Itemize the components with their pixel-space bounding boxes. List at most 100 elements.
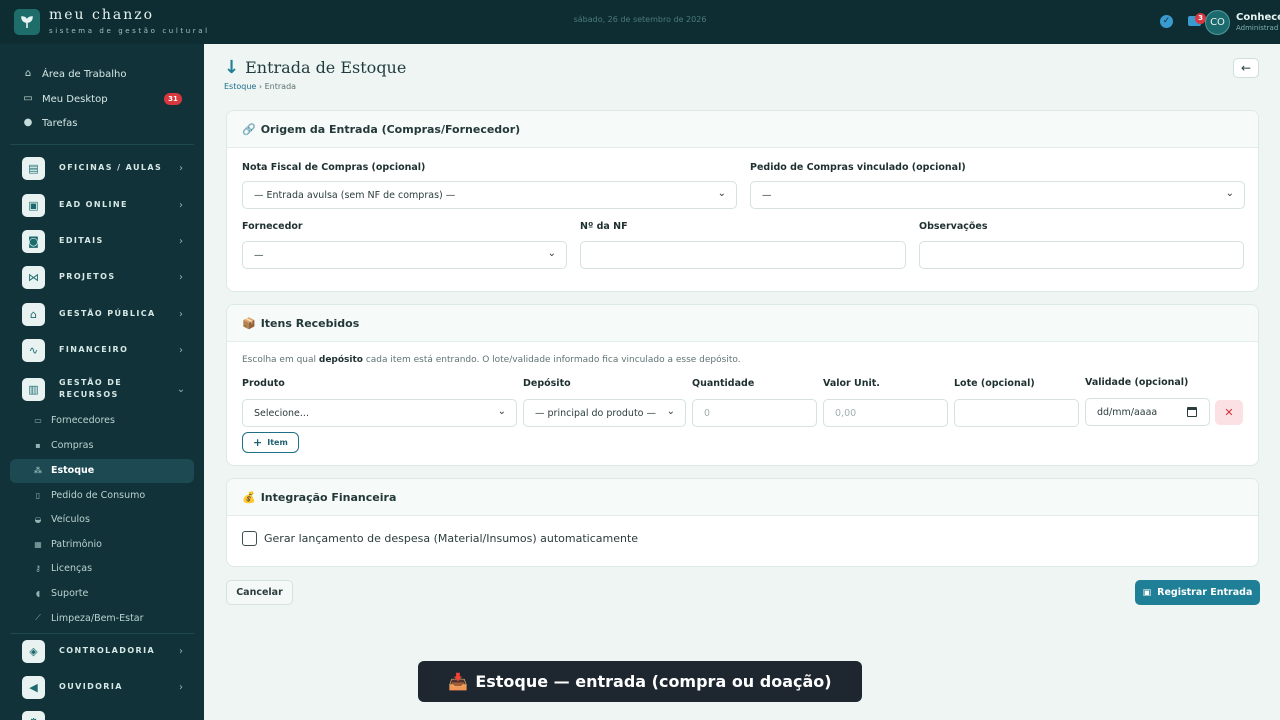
sidebar-group-editais[interactable]: ◙ EDITAIS ›: [22, 229, 186, 253]
observacoes-label: Observações: [919, 221, 988, 232]
sidebar-group-label: GESTÃO DE RECURSOS: [59, 378, 123, 399]
sidebar-subitem-fornecedores[interactable]: ▭ Fornecedores: [33, 412, 115, 428]
hint-bold: depósito: [318, 355, 363, 365]
add-item-label: Item: [267, 438, 288, 447]
sidebar-subitem-licencas[interactable]: ⚷ Licenças: [33, 560, 92, 576]
sidebar-subitem-label: Patrimônio: [51, 538, 102, 550]
produto-select[interactable]: Selecione... ⌄: [242, 399, 517, 427]
sidebar-item-tarefas[interactable]: ● Tarefas: [22, 115, 78, 131]
toast-notification: 📥 Estoque — entrada (compra ou doação): [418, 661, 862, 702]
col-valor-unit: Valor Unit.: [823, 378, 880, 389]
sidebar-group-gestao-publica[interactable]: ⌂ GESTÃO PÚBLICA ›: [22, 302, 186, 326]
sidebar-group-label: EAD ONLINE: [59, 200, 128, 209]
itens-card: 📦 Itens Recebidos Escolha em qual depósi…: [226, 304, 1259, 466]
card-header: 📦 Itens Recebidos: [227, 305, 1258, 342]
card-header: 💰 Integração Financeira: [227, 479, 1258, 516]
laptop-icon: ▣: [22, 193, 45, 217]
sidebar-subitem-patrimonio[interactable]: ▦ Patrimônio: [33, 536, 102, 552]
sidebar-subitem-estoque[interactable]: ⁂ Estoque: [33, 462, 94, 478]
car-icon: ◒: [34, 514, 42, 524]
deposito-select[interactable]: — principal do produto — ⌄: [523, 399, 686, 427]
user-name[interactable]: Conhece: [1236, 12, 1280, 23]
sidebar-subitem-label: Estoque: [51, 464, 95, 476]
lote-input[interactable]: [954, 399, 1079, 427]
network-icon: ⋈: [22, 265, 45, 289]
valor-placeholder: 0,00: [835, 407, 857, 419]
sidebar-divider: [10, 633, 194, 634]
gerar-despesa-checkbox[interactable]: [242, 531, 257, 546]
sidebar-group-ouvidoria[interactable]: ◀ OUVIDORIA ›: [22, 675, 186, 699]
user-role: Administrad: [1236, 24, 1279, 32]
sidebar-subitem-compras[interactable]: ▪ Compras: [33, 437, 93, 453]
money-bag-icon: 💰: [242, 490, 256, 504]
card-header: 🔗 Origem da Entrada (Compras/Fornecedor): [227, 111, 1258, 148]
chevron-down-icon: ⌄: [1225, 188, 1234, 199]
inbox-tray-icon: 📥: [448, 672, 469, 691]
num-nf-label: Nº da NF: [580, 221, 628, 232]
fornecedor-select[interactable]: — ⌄: [242, 241, 567, 269]
sidebar-subitem-suporte[interactable]: ◖ Suporte: [33, 585, 88, 601]
current-date: sábado, 26 de setembro de 2026: [573, 15, 707, 24]
sidebar-item-label: Tarefas: [42, 117, 78, 129]
pedido-select[interactable]: — ⌄: [750, 181, 1245, 209]
sidebar-group-projetos[interactable]: ⋈ PROJETOS ›: [22, 265, 186, 289]
add-item-button[interactable]: + Item: [242, 432, 299, 453]
check-circle-icon[interactable]: ✓: [1160, 15, 1173, 28]
sidebar-subitem-limpeza[interactable]: ⟋ Limpeza/Bem-Estar: [33, 610, 144, 626]
remove-item-button[interactable]: ✕: [1215, 400, 1243, 425]
boxes-icon: ⁂: [33, 465, 43, 475]
app-subtitle: sistema de gestão cultural: [49, 27, 210, 35]
sidebar-group-gestao-de-recursos[interactable]: ▥ GESTÃO DE RECURSOS ⌄: [22, 377, 186, 401]
chevron-down-icon: ⌄: [547, 248, 556, 259]
fornecedor-label: Fornecedor: [242, 221, 303, 232]
page-title-text: Entrada de Estoque: [245, 58, 407, 77]
monitor-icon: ▭: [23, 93, 33, 104]
sidebar-group-label: PROJETOS: [59, 272, 116, 281]
col-quantidade: Quantidade: [692, 378, 755, 389]
sidebar-item-meu-desktop[interactable]: ▭ Meu Desktop: [22, 91, 107, 107]
sidebar-group-controladoria[interactable]: ◈ CONTROLADORIA ›: [22, 639, 186, 663]
gerar-despesa-option[interactable]: Gerar lançamento de despesa (Material/In…: [242, 531, 638, 546]
sidebar-subitem-label: Licenças: [51, 562, 93, 574]
validade-date-input[interactable]: dd/mm/aaaa: [1085, 398, 1210, 426]
link-icon: 🔗: [242, 122, 256, 136]
sidebar-group-ead-online[interactable]: ▣ EAD ONLINE ›: [22, 193, 186, 217]
sidebar-subitem-label: Compras: [51, 439, 94, 451]
breadcrumb-estoque[interactable]: Estoque: [224, 82, 256, 91]
app-title[interactable]: meu chanzo: [49, 7, 154, 23]
observacoes-input[interactable]: [919, 241, 1244, 269]
col-deposito: Depósito: [523, 378, 571, 389]
sidebar-group-oficinas[interactable]: ▤ OFICINAS / AULAS ›: [22, 156, 186, 180]
megaphone-icon: ◀: [22, 675, 45, 699]
sidebar-group-more[interactable]: ⚙: [22, 710, 186, 720]
valor-unit-input[interactable]: 0,00: [823, 399, 948, 427]
sidebar-group-financeiro[interactable]: ∿ FINANCEIRO ›: [22, 338, 186, 362]
quantidade-input[interactable]: 0: [692, 399, 817, 427]
validade-placeholder: dd/mm/aaaa: [1097, 406, 1158, 418]
sidebar-subitem-label: Limpeza/Bem-Estar: [51, 612, 144, 624]
chevron-right-icon: ›: [179, 681, 183, 693]
col-lote: Lote (opcional): [954, 378, 1035, 389]
nf-select-value: — Entrada avulsa (sem NF de compras) —: [254, 189, 456, 201]
col-validade: Validade (opcional): [1085, 377, 1189, 388]
headset-icon: ◖: [35, 588, 41, 598]
itens-hint: Escolha em qual depósito cada item está …: [242, 355, 741, 365]
registrar-entrada-button[interactable]: ▣ Registrar Entrada: [1135, 580, 1260, 605]
calendar-icon[interactable]: [1187, 407, 1197, 417]
gerar-despesa-label[interactable]: Gerar lançamento de despesa (Material/In…: [264, 532, 638, 545]
clipboard-icon: ▯: [35, 490, 41, 500]
leaf-logo-icon[interactable]: [14, 9, 40, 35]
back-button[interactable]: ←: [1233, 58, 1259, 78]
num-nf-input[interactable]: [580, 241, 906, 269]
fornecedor-select-value: —: [254, 249, 264, 261]
chat-icon: ◙: [22, 229, 45, 253]
avatar[interactable]: CO: [1205, 10, 1230, 35]
breadcrumb: Estoque › Entrada: [224, 82, 296, 91]
sidebar-item-area-de-trabalho[interactable]: ⌂ Área de Trabalho: [22, 66, 127, 82]
sidebar-subitem-veiculos[interactable]: ◒ Veículos: [33, 511, 90, 527]
nf-select[interactable]: — Entrada avulsa (sem NF de compras) — ⌄: [242, 181, 737, 209]
sidebar-subitem-pedido-de-consumo[interactable]: ▯ Pedido de Consumo: [33, 487, 145, 503]
cancel-button[interactable]: Cancelar: [226, 580, 293, 605]
chevron-down-icon: ⌄: [666, 406, 675, 417]
sidebar-subitem-label: Fornecedores: [51, 414, 115, 426]
